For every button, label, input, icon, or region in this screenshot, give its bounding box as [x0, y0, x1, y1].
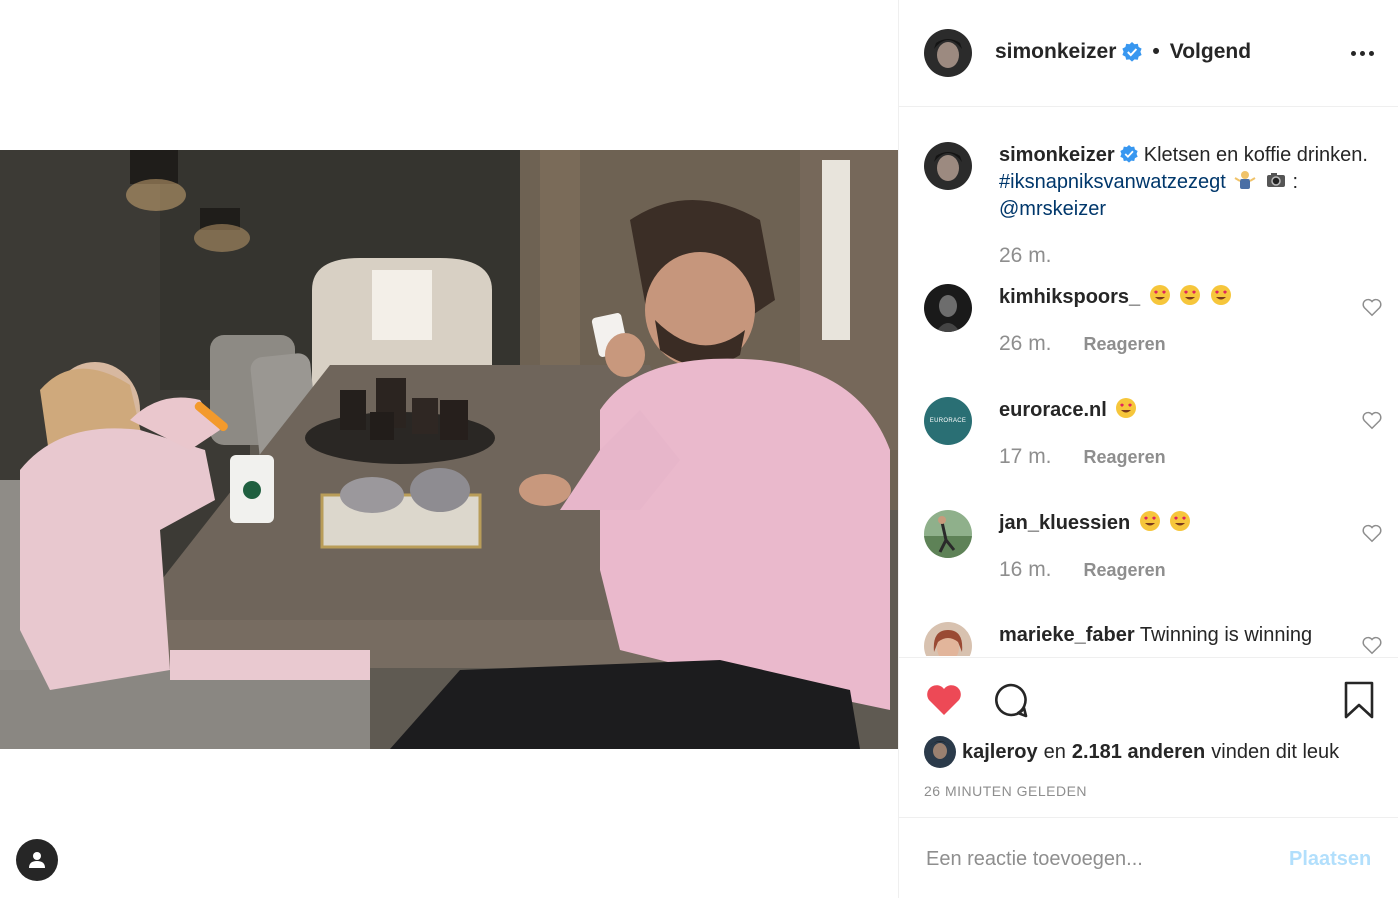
post-actions: kajleroy en 2.181 anderen vinden dit leu…: [899, 657, 1398, 817]
tag-user-button[interactable]: [16, 839, 58, 881]
caption-time[interactable]: 26 m.: [999, 244, 1052, 268]
comment-icon[interactable]: [991, 680, 1031, 720]
comment-meta: 17 m. Reageren: [999, 445, 1166, 469]
post-photo[interactable]: [0, 150, 898, 749]
caption: simonkeizer Kletsen en koffie drinken. #…: [899, 142, 1398, 272]
heart-eyes-emoji: [1180, 285, 1201, 305]
shrug-emoji: [1234, 171, 1256, 189]
author-avatar[interactable]: [924, 29, 972, 77]
caption-hashtag[interactable]: #iksnapniksvanwatzezegt: [999, 171, 1226, 193]
likes-suffix: vinden dit leuk: [1211, 740, 1340, 763]
heart-eyes-emoji: [1170, 511, 1191, 531]
comment-avatar[interactable]: [924, 510, 972, 558]
comment-body: Twinning is winning: [1139, 624, 1313, 646]
camera-emoji: [1266, 173, 1285, 187]
separator-dot: •: [1152, 40, 1160, 63]
following-button[interactable]: Volgend: [1170, 40, 1251, 64]
emoji-group: [1146, 285, 1232, 308]
comment-text: eurorace.nl: [999, 397, 1379, 424]
comment-time[interactable]: 26 m.: [999, 332, 1052, 356]
post-header: simonkeizer • Volgend: [899, 0, 1398, 107]
comment-text: jan_kluessien: [999, 510, 1379, 537]
comment-input[interactable]: [926, 844, 1266, 874]
comment-username[interactable]: marieke_faber: [999, 624, 1135, 646]
caption-text: simonkeizer Kletsen en koffie drinken. #…: [999, 142, 1379, 223]
post-comment-button[interactable]: Plaatsen: [1289, 848, 1371, 871]
more-icon-dot: [1359, 50, 1365, 56]
comment-avatar[interactable]: [924, 284, 972, 332]
caption-meta: 26 m.: [999, 244, 1052, 268]
heart-icon[interactable]: [1361, 296, 1383, 318]
comments-list[interactable]: simonkeizer Kletsen en koffie drinken. #…: [899, 108, 1398, 656]
liker-avatar[interactable]: [924, 736, 956, 768]
heart-icon[interactable]: [1361, 522, 1383, 544]
avatar-logo-text: EURORACE: [929, 418, 967, 424]
caption-body: Kletsen en koffie drinken.: [1143, 144, 1368, 166]
comment-row: marieke_faber Twinning is winning: [899, 622, 1398, 656]
bookmark-icon[interactable]: [1339, 680, 1379, 720]
more-options-button[interactable]: [1347, 40, 1377, 66]
comment-meta: 26 m. Reageren: [999, 332, 1166, 356]
comment-text: marieke_faber Twinning is winning: [999, 622, 1379, 649]
comment-row: EURORACE eurorace.nl 17 m. Reageren: [899, 397, 1398, 497]
add-comment-form: Plaatsen: [899, 817, 1398, 898]
author-username[interactable]: simonkeizer: [995, 40, 1116, 64]
heart-icon[interactable]: [1361, 409, 1383, 431]
post-timestamp[interactable]: 26 minuten geleden: [924, 783, 1087, 799]
heart-eyes-emoji: [1210, 285, 1231, 305]
verified-icon: [1120, 145, 1138, 163]
header-user-row: simonkeizer • Volgend: [995, 40, 1251, 64]
user-tag-icon: [29, 852, 45, 868]
heart-icon[interactable]: [1361, 634, 1383, 656]
heart-eyes-emoji: [1116, 398, 1137, 418]
caption-colon: :: [1292, 171, 1299, 193]
comment-username[interactable]: kimhikspoors_: [999, 286, 1140, 308]
likes-count[interactable]: 2.181 anderen: [1072, 741, 1205, 764]
likes-summary: kajleroy en 2.181 anderen vinden dit leu…: [924, 736, 1339, 768]
liker-username[interactable]: kajleroy: [962, 741, 1038, 764]
more-icon-dot: [1368, 50, 1374, 56]
reply-button[interactable]: Reageren: [1084, 334, 1166, 355]
comment-time[interactable]: 17 m.: [999, 445, 1052, 469]
heart-eyes-emoji: [1139, 511, 1160, 531]
media-panel: [0, 0, 898, 898]
caption-mention[interactable]: @mrskeizer: [999, 198, 1106, 220]
reply-button[interactable]: Reageren: [1084, 560, 1166, 581]
comment-row: kimhikspoors_ 26 m. Reageren: [899, 284, 1398, 384]
emoji-group: [1136, 511, 1192, 534]
caption-avatar[interactable]: [924, 142, 972, 190]
comment-username[interactable]: jan_kluessien: [999, 512, 1130, 534]
comment-time[interactable]: 16 m.: [999, 558, 1052, 582]
comment-avatar[interactable]: EURORACE: [924, 397, 972, 445]
post-side-panel: simonkeizer • Volgend simonkeizer Kletse…: [898, 0, 1398, 898]
comment-row: jan_kluessien 16 m. Reageren: [899, 510, 1398, 610]
reply-button[interactable]: Reageren: [1084, 447, 1166, 468]
heart-eyes-emoji: [1149, 285, 1170, 305]
verified-icon: [1122, 42, 1142, 62]
comment-text: kimhikspoors_: [999, 284, 1379, 311]
comment-username[interactable]: eurorace.nl: [999, 399, 1107, 421]
heart-icon[interactable]: [924, 680, 964, 720]
comment-meta: 16 m. Reageren: [999, 558, 1166, 582]
comment-avatar[interactable]: [924, 622, 972, 656]
caption-username[interactable]: simonkeizer: [999, 144, 1115, 166]
more-icon: [1350, 50, 1356, 56]
likes-conjunction: en: [1043, 740, 1066, 763]
